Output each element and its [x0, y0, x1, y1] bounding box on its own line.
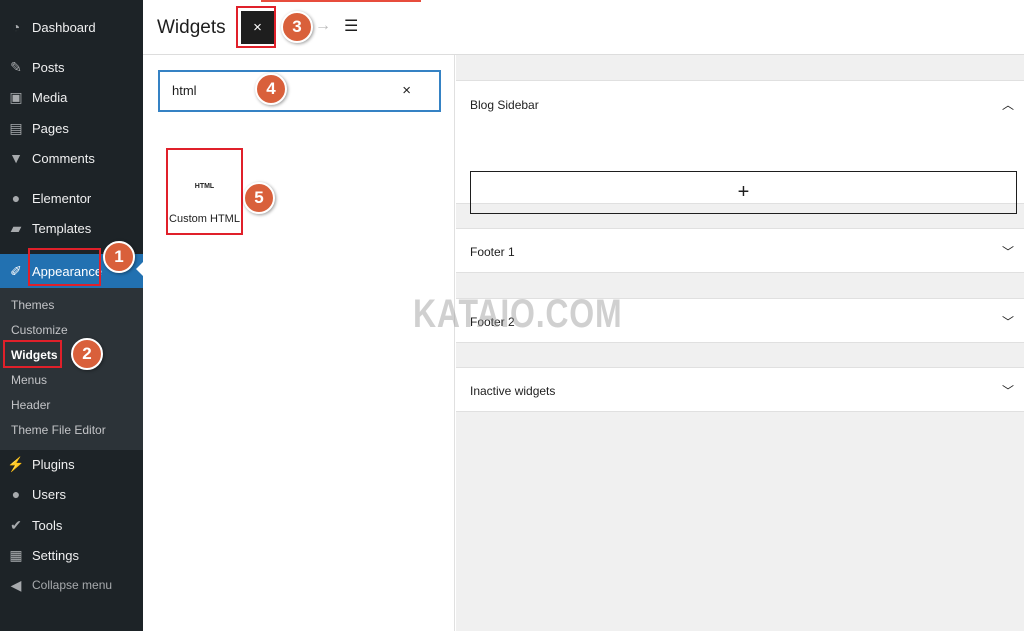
sidebar-item-dashboard[interactable]: ◔ Dashboard — [0, 12, 143, 42]
widget-area-footer-1[interactable]: Footer 1 ﹀ — [456, 228, 1024, 273]
area-title: Blog Sidebar — [470, 98, 539, 112]
submenu-customize[interactable]: Customize — [11, 323, 68, 337]
widget-area-inactive[interactable]: Inactive widgets ﹀ — [456, 367, 1024, 412]
highlight-box — [236, 6, 276, 48]
highlight-box — [3, 340, 62, 368]
sidebar-item-settings[interactable]: ▦ Settings — [0, 540, 143, 570]
sidebar-item-users[interactable]: ● Users — [0, 479, 143, 509]
annotation-badge: 5 — [243, 182, 275, 214]
appearance-submenu: Themes Customize Widgets Menus Header Th… — [0, 288, 143, 450]
chevron-down-icon[interactable]: ﹀ — [1002, 243, 1014, 260]
page-title: Widgets — [157, 17, 226, 38]
sidebar-item-tools[interactable]: ✔ Tools — [0, 510, 143, 540]
clear-search-icon[interactable]: × — [402, 82, 411, 99]
label: Elementor — [32, 190, 92, 206]
label: Posts — [32, 59, 65, 75]
label: Settings — [32, 547, 79, 563]
chevron-down-icon[interactable]: ﹀ — [1002, 313, 1014, 330]
label: Templates — [32, 220, 92, 236]
annotation-badge: 4 — [255, 73, 287, 105]
label: Users — [32, 486, 66, 502]
highlight-box — [166, 148, 243, 235]
progress-line — [261, 0, 421, 2]
collapse-menu[interactable]: ◀ Collapse menu — [0, 570, 143, 600]
sidebar-item-pages[interactable]: ▤ Pages — [0, 113, 143, 143]
comment-icon: ▼ — [9, 150, 23, 166]
label: Plugins — [32, 456, 75, 472]
sidebar-item-posts[interactable]: ✎ Posts — [0, 52, 143, 82]
label: Tools — [32, 517, 63, 533]
chevron-up-icon[interactable]: ︿ — [1002, 96, 1014, 113]
widget-areas: Blog Sidebar ︿ + Footer 1 ﹀ Footer 2 ﹀ I… — [456, 55, 1024, 631]
pages-icon: ▤ — [9, 119, 23, 136]
submenu-menus[interactable]: Menus — [11, 373, 47, 387]
sidebar-item-plugins[interactable]: ⚡ Plugins — [0, 449, 143, 479]
settings-icon: ▦ — [9, 546, 23, 563]
pin-icon: ✎ — [10, 58, 22, 75]
annotation-badge: 2 — [71, 338, 103, 370]
folder-icon: ▰ — [10, 219, 22, 236]
dashboard-icon: ◔ — [11, 19, 21, 35]
redo-icon[interactable]: → — [315, 17, 331, 35]
media-icon: ▣ — [9, 88, 23, 105]
brush-icon: ✐ — [10, 262, 22, 279]
user-icon: ● — [11, 486, 21, 502]
wrench-icon: ✔ — [10, 516, 22, 533]
plug-icon: ⚡ — [7, 455, 25, 472]
label: Comments — [32, 150, 95, 166]
elementor-icon: ● — [11, 190, 21, 206]
annotation-badge: 1 — [103, 241, 135, 273]
submenu-themes[interactable]: Themes — [11, 298, 54, 312]
collapse-icon: ◀ — [10, 576, 22, 593]
label: Collapse menu — [32, 578, 113, 592]
annotation-badge: 3 — [281, 11, 313, 43]
add-block-button[interactable]: + — [470, 171, 1017, 214]
chevron-down-icon[interactable]: ﹀ — [1002, 382, 1014, 399]
sidebar-item-elementor[interactable]: ● Elementor — [0, 183, 143, 213]
submenu-header[interactable]: Header — [11, 398, 50, 412]
sidebar-item-media[interactable]: ▣ Media — [0, 82, 143, 112]
area-title: Inactive widgets — [470, 384, 556, 398]
block-inserter: × HTML Custom HTML — [143, 55, 455, 631]
watermark: KATAIO.COM — [413, 292, 623, 336]
list-view-icon[interactable]: ☰ — [344, 16, 358, 36]
label: Media — [32, 89, 68, 105]
sidebar-item-templates[interactable]: ▰ Templates — [0, 213, 143, 243]
submenu-theme-file-editor[interactable]: Theme File Editor — [11, 423, 106, 437]
admin-sidebar: ◔ Dashboard ✎ Posts ▣ Media ▤ Pages ▼ Comment… — [0, 0, 143, 631]
highlight-box — [28, 248, 101, 286]
label: Dashboard — [32, 19, 96, 35]
area-title: Footer 1 — [470, 245, 515, 259]
label: Pages — [32, 120, 69, 136]
widget-area-blog-sidebar[interactable]: Blog Sidebar ︿ + — [456, 80, 1024, 214]
editor-header: Widgets × → ☰ — [143, 0, 1024, 55]
block-search: × — [158, 70, 441, 112]
sidebar-item-comments[interactable]: ▼ Comments — [0, 143, 143, 173]
